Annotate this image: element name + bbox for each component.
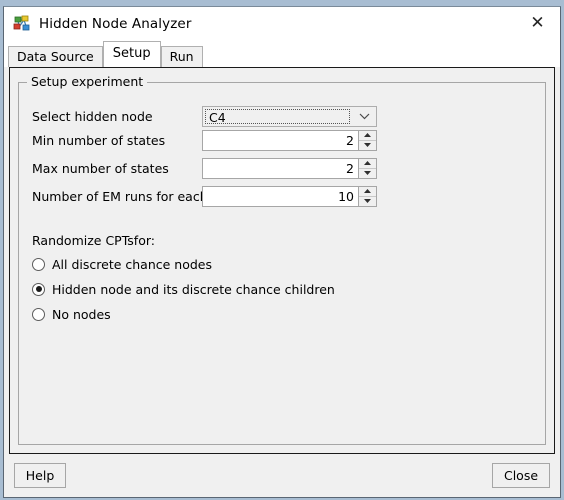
hidden-node-analyzer-window: Hidden Node Analyzer ✕ Data Source Setup… [3,6,561,498]
chevron-down-icon[interactable] [352,106,376,126]
em-runs-spinner[interactable]: 10 [202,185,377,207]
em-runs-increment-button[interactable] [359,186,376,197]
radio-hidden-node-and-children[interactable]: Hidden node and its discrete chance chil… [32,280,335,298]
hidden-node-combobox-value: C4 [205,108,350,124]
max-states-decrement-button[interactable] [359,168,376,178]
max-states-value[interactable]: 2 [203,158,358,178]
groupbox-border-left [18,82,19,445]
radio-icon-hidden-node-children [32,282,45,296]
tab-run[interactable]: Run [160,46,203,67]
title-bar: Hidden Node Analyzer ✕ [4,7,560,40]
close-button[interactable]: Close [492,463,550,488]
row-em-runs: Number of EM runs for each state 10 [32,185,538,207]
label-select-hidden-node: Select hidden node [32,108,153,124]
max-states-spinner[interactable]: 2 [202,157,377,179]
radio-label-hidden-node-children: Hidden node and its discrete chance chil… [52,281,335,297]
em-runs-value[interactable]: 10 [203,186,358,206]
radio-no-nodes[interactable]: No nodes [32,305,111,323]
min-states-value[interactable]: 2 [203,130,358,150]
em-runs-spin-buttons [358,186,376,206]
label-min-states: Min number of states [32,132,166,148]
tab-strip: Data Source Setup Run [4,40,560,67]
row-select-hidden-node: Select hidden node C4 [32,105,538,127]
max-states-spin-buttons [358,158,376,178]
min-states-spinner[interactable]: 2 [202,129,377,151]
close-icon: ✕ [530,13,545,33]
max-states-increment-button[interactable] [359,158,376,169]
label-max-states: Max number of states [32,160,169,176]
min-states-spin-buttons [358,130,376,150]
network-nodes-icon [13,15,31,33]
tab-data-source[interactable]: Data Source [8,46,103,67]
window-close-button[interactable]: ✕ [515,7,560,40]
min-states-increment-button[interactable] [359,130,376,141]
groupbox-title: Setup experiment [27,74,148,89]
setup-experiment-groupbox: Setup experiment Select hidden node C4 M… [18,74,546,445]
row-max-states: Max number of states 2 [32,157,538,179]
randomize-cpts-label: Randomize CPTsfor: [32,233,155,248]
radio-all-discrete-chance-nodes[interactable]: All discrete chance nodes [32,255,212,273]
groupbox-border-right [545,82,546,445]
window-title: Hidden Node Analyzer [39,15,192,32]
row-min-states: Min number of states 2 [32,129,538,151]
help-button[interactable]: Help [14,463,66,488]
radio-icon-all-discrete [32,257,45,271]
em-runs-decrement-button[interactable] [359,196,376,206]
groupbox-border-bottom [18,444,546,445]
radio-icon-no-nodes [32,307,45,321]
hidden-node-combobox[interactable]: C4 [202,105,377,127]
tab-content-panel: Setup experiment Select hidden node C4 M… [9,67,555,454]
label-em-runs: Number of EM runs for each state [32,188,244,204]
tab-setup[interactable]: Setup [102,41,161,67]
radio-label-no-nodes: No nodes [52,306,111,322]
dialog-footer: Help Close [4,454,560,497]
min-states-decrement-button[interactable] [359,140,376,150]
radio-label-all-discrete: All discrete chance nodes [52,256,213,272]
